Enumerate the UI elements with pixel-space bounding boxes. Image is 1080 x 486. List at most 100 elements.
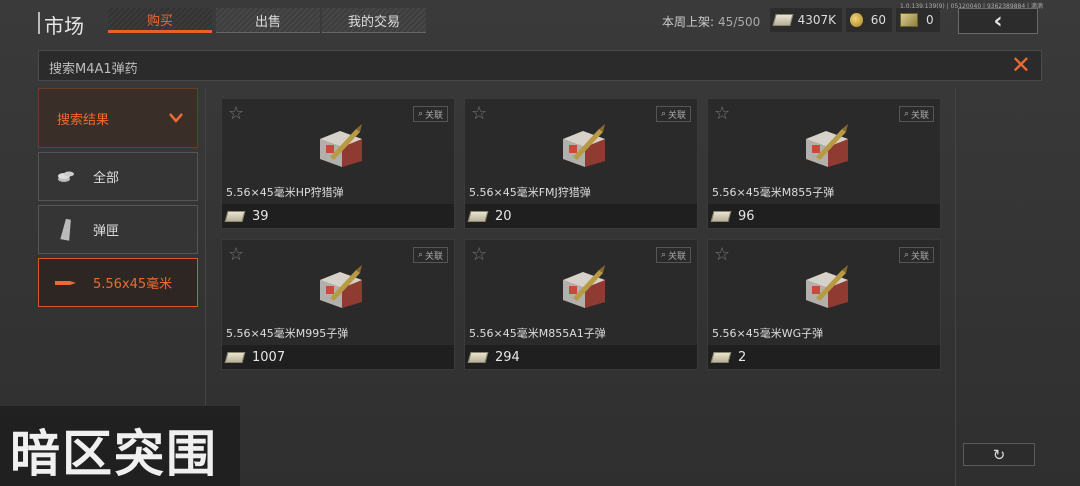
refresh-icon: ↻ <box>992 445 1006 464</box>
item-price: 2 <box>738 349 747 365</box>
coins-icon <box>39 169 93 185</box>
cash-icon <box>710 210 732 222</box>
link-button[interactable]: ⌕ 关联 <box>412 106 448 122</box>
link-button[interactable]: ⌕ 关联 <box>898 106 934 122</box>
link-label: 关联 <box>667 251 686 262</box>
chevron-left-icon: ‹ <box>993 8 1003 34</box>
ammo-box-icon <box>806 124 848 167</box>
currency-bill: 0 <box>896 8 940 32</box>
cash-icon <box>224 210 246 222</box>
ammo-box-icon <box>563 124 605 167</box>
bullet-icon <box>39 279 93 287</box>
sidebar-item-556[interactable]: 5.56x45毫米 <box>38 258 198 307</box>
search-icon: ⌕ <box>660 109 666 119</box>
item-card[interactable]: ☆ ⌕ 关联 5.56×45毫米HP狩猎弹 39 <box>221 98 455 229</box>
cash-icon <box>772 14 794 26</box>
star-icon[interactable]: ☆ <box>228 103 244 124</box>
link-button[interactable]: ⌕ 关联 <box>655 247 691 263</box>
item-price: 1007 <box>252 349 286 365</box>
chevron-down-icon <box>169 113 183 123</box>
close-icon[interactable]: ✕ <box>1011 53 1031 77</box>
search-results-label: 搜索结果 <box>57 112 110 128</box>
star-icon[interactable]: ☆ <box>714 244 730 265</box>
price-row: 1007 <box>222 345 454 369</box>
cash-icon <box>710 351 732 363</box>
item-price: 20 <box>495 208 512 224</box>
back-button[interactable]: ‹ <box>958 8 1038 34</box>
item-name: 5.56×45毫米M995子弹 <box>226 327 349 340</box>
coin-icon <box>850 13 863 27</box>
search-icon: ⌕ <box>903 250 909 260</box>
star-icon[interactable]: ☆ <box>714 103 730 124</box>
magazine-icon <box>39 218 93 242</box>
search-icon: ⌕ <box>660 250 666 260</box>
sidebar-item-magazine[interactable]: 弹匣 <box>38 205 198 254</box>
currency-coin: 60 <box>846 8 892 32</box>
link-label: 关联 <box>424 251 443 262</box>
link-label: 关联 <box>910 110 929 121</box>
item-card[interactable]: ☆ ⌕ 关联 5.56×45毫米M995子弹 1007 <box>221 239 455 370</box>
bill-icon <box>900 13 918 27</box>
search-results-header[interactable]: 搜索结果 <box>38 88 198 148</box>
price-row: 294 <box>465 345 697 369</box>
currency-cash: 4307K <box>770 8 842 32</box>
link-button[interactable]: ⌕ 关联 <box>898 247 934 263</box>
tab-my-trades[interactable]: 我的交易 <box>322 8 426 33</box>
item-name: 5.56×45毫米HP狩猎弹 <box>226 186 344 199</box>
link-button[interactable]: ⌕ 关联 <box>655 106 691 122</box>
game-logo: 暗区突围 <box>0 406 240 486</box>
search-icon: ⌕ <box>417 109 423 119</box>
star-icon[interactable]: ☆ <box>228 244 244 265</box>
search-icon: ⌕ <box>903 109 909 119</box>
link-button[interactable]: ⌕ 关联 <box>412 247 448 263</box>
item-name: 5.56×45毫米M855子弹 <box>712 186 835 199</box>
star-icon[interactable]: ☆ <box>471 103 487 124</box>
ammo-box-icon <box>806 265 848 308</box>
item-card[interactable]: ☆ ⌕ 关联 5.56×45毫米M855A1子弹 294 <box>464 239 698 370</box>
tab-buy[interactable]: 购买 <box>108 8 212 33</box>
item-card[interactable]: ☆ ⌕ 关联 5.56×45毫米FMJ狩猎弹 20 <box>464 98 698 229</box>
star-icon[interactable]: ☆ <box>471 244 487 265</box>
page-title: 市场 <box>44 14 84 38</box>
cash-value: 4307K <box>797 13 836 27</box>
weekly-label: 本周上架: <box>662 15 715 29</box>
cash-icon <box>224 351 246 363</box>
tab-sell-label: 出售 <box>254 14 281 30</box>
ammo-box-icon <box>320 124 362 167</box>
link-label: 关联 <box>424 110 443 121</box>
refresh-button[interactable]: ↻ <box>963 443 1035 466</box>
item-price: 294 <box>495 349 520 365</box>
price-row: 96 <box>708 204 940 228</box>
bill-value: 0 <box>926 13 934 27</box>
ammo-box-icon <box>320 265 362 308</box>
weekly-listing: 本周上架: 45/500 <box>662 13 760 30</box>
item-price: 96 <box>738 208 755 224</box>
price-row: 20 <box>465 204 697 228</box>
sidebar-item-label: 全部 <box>93 171 120 186</box>
divider <box>955 88 956 486</box>
sidebar-item-label: 弹匣 <box>93 224 120 239</box>
tab-sell[interactable]: 出售 <box>216 8 320 33</box>
sidebar-item-all[interactable]: 全部 <box>38 152 198 201</box>
item-name: 5.56×45毫米M855A1子弹 <box>469 327 606 340</box>
tab-buy-label: 购买 <box>146 13 173 29</box>
search-bar[interactable]: 搜索M4A1弹药 ✕ <box>38 50 1042 81</box>
title-marker <box>38 12 40 34</box>
price-row: 2 <box>708 345 940 369</box>
item-name: 5.56×45毫米FMJ狩猎弹 <box>469 186 591 199</box>
sidebar-item-label: 5.56x45毫米 <box>93 277 173 292</box>
cash-icon <box>467 210 489 222</box>
divider <box>205 88 206 406</box>
item-price: 39 <box>252 208 269 224</box>
coin-value: 60 <box>870 13 886 27</box>
item-name: 5.56×45毫米WG子弹 <box>712 327 824 340</box>
weekly-value: 45/500 <box>718 15 761 29</box>
item-card[interactable]: ☆ ⌕ 关联 5.56×45毫米WG子弹 2 <box>707 239 941 370</box>
ammo-box-icon <box>563 265 605 308</box>
cash-icon <box>467 351 489 363</box>
search-input[interactable]: 搜索M4A1弹药 <box>49 58 138 77</box>
tab-my-trades-label: 我的交易 <box>347 14 400 30</box>
top-bar: 市场 购买 出售 我的交易 本周上架: 45/500 4307K 60 0 1.0… <box>0 0 1080 44</box>
link-label: 关联 <box>910 251 929 262</box>
item-card[interactable]: ☆ ⌕ 关联 5.56×45毫米M855子弹 96 <box>707 98 941 229</box>
